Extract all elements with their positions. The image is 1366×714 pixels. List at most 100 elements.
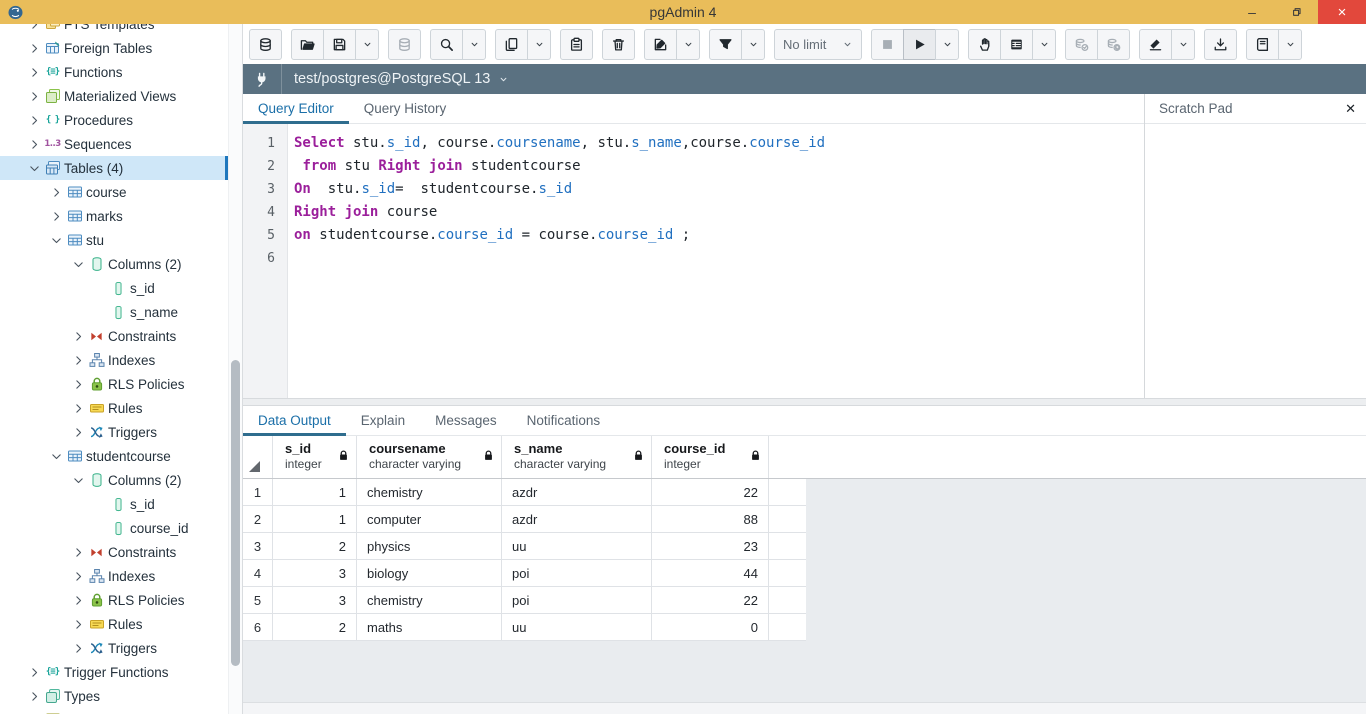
tab-query-history[interactable]: Query History: [349, 94, 462, 123]
cell-s-id[interactable]: 3: [273, 560, 357, 586]
cell-s-name[interactable]: uu: [502, 614, 652, 640]
clear-button[interactable]: [1139, 29, 1172, 60]
cell-coursename[interactable]: chemistry: [357, 479, 502, 505]
tab-explain[interactable]: Explain: [346, 406, 420, 435]
chevron-right-icon[interactable]: [70, 328, 86, 344]
chevron-right-icon[interactable]: [26, 40, 42, 56]
sidebar-scrollbar-thumb[interactable]: [231, 360, 240, 666]
execute-button[interactable]: [903, 29, 936, 60]
macro-options-caret[interactable]: [1278, 29, 1302, 60]
copy-options-caret[interactable]: [527, 29, 551, 60]
tree-item-course-id[interactable]: course_id: [0, 516, 229, 540]
chevron-right-icon[interactable]: [26, 688, 42, 704]
cell-s-name[interactable]: azdr: [502, 506, 652, 532]
filter-button[interactable]: [709, 29, 742, 60]
tree-item-rls-policies[interactable]: RLS Policies: [0, 588, 229, 612]
chevron-right-icon[interactable]: [48, 184, 64, 200]
save-data-changes-button[interactable]: [388, 29, 421, 60]
cell-s-id[interactable]: 1: [273, 479, 357, 505]
chevron-down-icon[interactable]: [70, 472, 86, 488]
chevron-right-icon[interactable]: [48, 208, 64, 224]
cell-coursename[interactable]: physics: [357, 533, 502, 559]
cell-coursename[interactable]: biology: [357, 560, 502, 586]
chevron-right-icon[interactable]: [26, 136, 42, 152]
tree-item-rls-policies[interactable]: RLS Policies: [0, 372, 229, 396]
tree-item-materialized-views[interactable]: Materialized Views: [0, 84, 229, 108]
close-button[interactable]: ×: [1318, 0, 1366, 24]
sql-editor[interactable]: 123456 Select stu.s_id, course.coursenam…: [243, 124, 1144, 398]
chevron-right-icon[interactable]: [70, 616, 86, 632]
tab-query-editor[interactable]: Query Editor: [243, 94, 349, 123]
cell-s-name[interactable]: uu: [502, 533, 652, 559]
tree-item-sequences[interactable]: 1..3Sequences: [0, 132, 229, 156]
tree-item-indexes[interactable]: Indexes: [0, 564, 229, 588]
find-options-caret[interactable]: [462, 29, 486, 60]
row-number[interactable]: 5: [243, 587, 273, 613]
chevron-right-icon[interactable]: [70, 640, 86, 656]
connection-label[interactable]: test/postgres@PostgreSQL 13: [294, 71, 490, 87]
chevron-right-icon[interactable]: [70, 568, 86, 584]
cell-course-id[interactable]: 22: [652, 587, 769, 613]
cell-course-id[interactable]: 22: [652, 479, 769, 505]
delete-button[interactable]: [602, 29, 635, 60]
find-button[interactable]: [430, 29, 463, 60]
chevron-down-icon[interactable]: [48, 448, 64, 464]
cell-s-name[interactable]: poi: [502, 587, 652, 613]
tree-item-stu[interactable]: stu: [0, 228, 229, 252]
tree-item-s-name[interactable]: s_name: [0, 300, 229, 324]
query-tool-button[interactable]: [249, 29, 282, 60]
cell-course-id[interactable]: 88: [652, 506, 769, 532]
tree-item-triggers[interactable]: Triggers: [0, 420, 229, 444]
tab-notifications[interactable]: Notifications: [512, 406, 616, 435]
cell-s-name[interactable]: azdr: [502, 479, 652, 505]
cell-s-id[interactable]: 3: [273, 587, 357, 613]
chevron-right-icon[interactable]: [70, 424, 86, 440]
paste-button[interactable]: [560, 29, 593, 60]
tree-item-columns-2[interactable]: Columns (2): [0, 468, 229, 492]
tree-item-triggers[interactable]: Triggers: [0, 636, 229, 660]
chevron-right-icon[interactable]: [26, 64, 42, 80]
grid-horizontal-scrollbar[interactable]: [243, 702, 1366, 714]
rollback-button[interactable]: [1097, 29, 1130, 60]
stop-button[interactable]: [871, 29, 904, 60]
commit-button[interactable]: [1065, 29, 1098, 60]
cell-s-id[interactable]: 2: [273, 614, 357, 640]
explain-analyze-button[interactable]: [1000, 29, 1033, 60]
filter-options-caret[interactable]: [741, 29, 765, 60]
chevron-right-icon[interactable]: [70, 592, 86, 608]
chevron-down-icon[interactable]: [26, 160, 42, 176]
execute-options-caret[interactable]: [935, 29, 959, 60]
tree-item-types[interactable]: Types: [0, 684, 229, 708]
connection-caret-icon[interactable]: [498, 74, 509, 85]
cell-s-name[interactable]: poi: [502, 560, 652, 586]
explain-button[interactable]: [968, 29, 1001, 60]
column-header-course-id[interactable]: course_idinteger: [652, 436, 769, 478]
tab-data-output[interactable]: Data Output: [243, 406, 346, 435]
tree-item-s-id[interactable]: s_id: [0, 492, 229, 516]
maximize-button[interactable]: [1274, 0, 1318, 24]
chevron-right-icon[interactable]: [26, 112, 42, 128]
copy-button[interactable]: [495, 29, 528, 60]
chevron-down-icon[interactable]: [48, 232, 64, 248]
save-options-caret[interactable]: [355, 29, 379, 60]
explain-options-caret[interactable]: [1032, 29, 1056, 60]
cell-course-id[interactable]: 0: [652, 614, 769, 640]
chevron-right-icon[interactable]: [70, 544, 86, 560]
tree-item-trigger-functions[interactable]: {≡}Trigger Functions: [0, 660, 229, 684]
tree-item-rules[interactable]: Rules: [0, 612, 229, 636]
cell-coursename[interactable]: chemistry: [357, 587, 502, 613]
tree-item-indexes[interactable]: Indexes: [0, 348, 229, 372]
column-header-s-id[interactable]: s_idinteger: [273, 436, 357, 478]
macro-button[interactable]: [1246, 29, 1279, 60]
cell-course-id[interactable]: 23: [652, 533, 769, 559]
cell-coursename[interactable]: maths: [357, 614, 502, 640]
scratch-pad-close-icon[interactable]: ✕: [1345, 101, 1356, 117]
tree-item-tables-4[interactable]: Tables (4): [0, 156, 229, 180]
chevron-right-icon[interactable]: [26, 88, 42, 104]
chevron-right-icon[interactable]: [26, 664, 42, 680]
editor-results-splitter[interactable]: [243, 399, 1366, 406]
cell-s-id[interactable]: 1: [273, 506, 357, 532]
cell-course-id[interactable]: 44: [652, 560, 769, 586]
row-number[interactable]: 2: [243, 506, 273, 532]
tree-item-views[interactable]: [0, 708, 229, 714]
